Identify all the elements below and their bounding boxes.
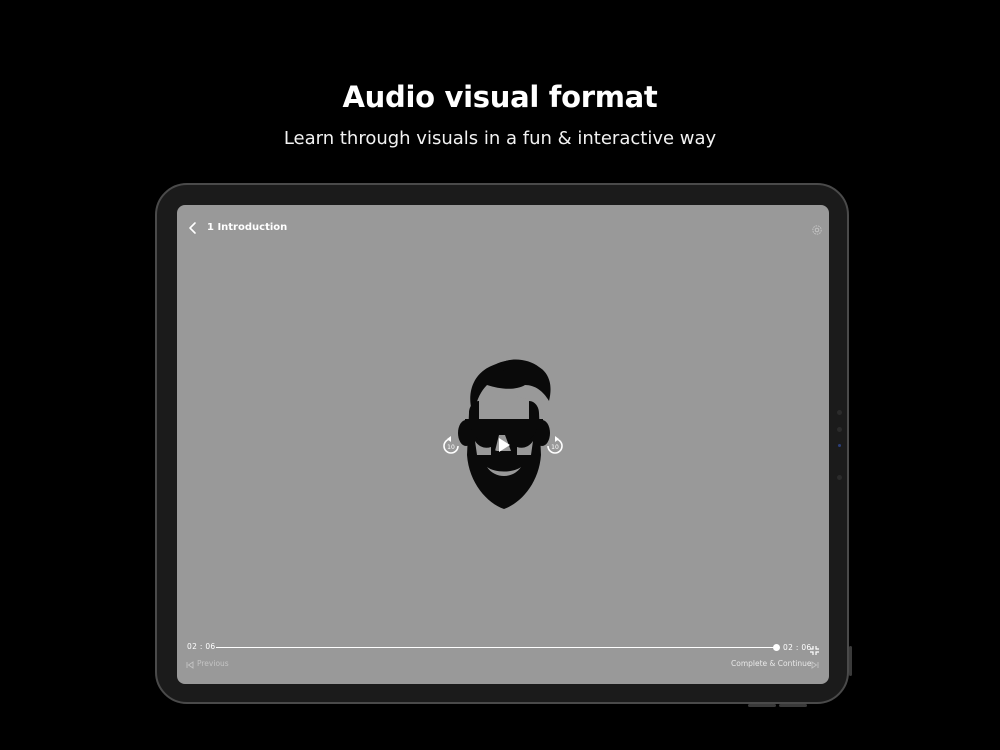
complete-continue-label: Complete & Continue bbox=[731, 659, 812, 668]
tablet-camera bbox=[837, 410, 842, 415]
skip-previous-icon bbox=[186, 661, 194, 669]
gear-icon bbox=[812, 225, 822, 235]
play-button[interactable] bbox=[496, 436, 512, 454]
svg-text:10: 10 bbox=[551, 444, 559, 451]
forward-10-button[interactable]: 10 bbox=[546, 435, 564, 455]
complete-continue-button[interactable]: Complete & Continue bbox=[729, 659, 821, 671]
player-top-bar: 1 Introduction bbox=[177, 205, 829, 251]
exit-fullscreen-icon bbox=[810, 646, 819, 655]
lesson-title: 1 Introduction bbox=[207, 222, 288, 233]
chevron-left-icon bbox=[189, 222, 196, 234]
tablet-side-button bbox=[849, 646, 852, 676]
rewind-10-icon: 10 bbox=[443, 436, 459, 454]
tablet-sensor bbox=[837, 427, 842, 432]
progress-handle[interactable] bbox=[773, 644, 780, 651]
settings-button[interactable] bbox=[811, 221, 823, 235]
promo-subheadline: Learn through visuals in a fun & interac… bbox=[283, 128, 717, 149]
play-icon bbox=[499, 438, 510, 452]
fullscreen-button[interactable] bbox=[809, 641, 820, 655]
bearded-man-sunglasses-logo bbox=[458, 359, 551, 509]
skip-next-icon bbox=[811, 661, 819, 669]
video-player-screen[interactable]: 1 Introduction 10 10 02: 06 02: 06 Pre… bbox=[177, 205, 829, 684]
previous-button[interactable]: Previous bbox=[185, 659, 245, 671]
tablet-sensor bbox=[837, 475, 842, 480]
forward-10-icon: 10 bbox=[547, 436, 563, 454]
tablet-bottom-button bbox=[748, 704, 776, 707]
progress-bar[interactable] bbox=[216, 647, 777, 648]
tablet-camera-lens bbox=[838, 444, 841, 447]
back-button[interactable] bbox=[185, 220, 201, 236]
total-time: 02 : 06 bbox=[783, 643, 812, 652]
current-time: 02 : 06 bbox=[187, 642, 216, 651]
previous-label: Previous bbox=[197, 659, 229, 668]
tablet-bottom-button bbox=[779, 704, 807, 707]
svg-text:10: 10 bbox=[447, 444, 455, 451]
promo-headline: Audio visual format bbox=[342, 80, 658, 114]
rewind-10-button[interactable]: 10 bbox=[442, 435, 460, 455]
